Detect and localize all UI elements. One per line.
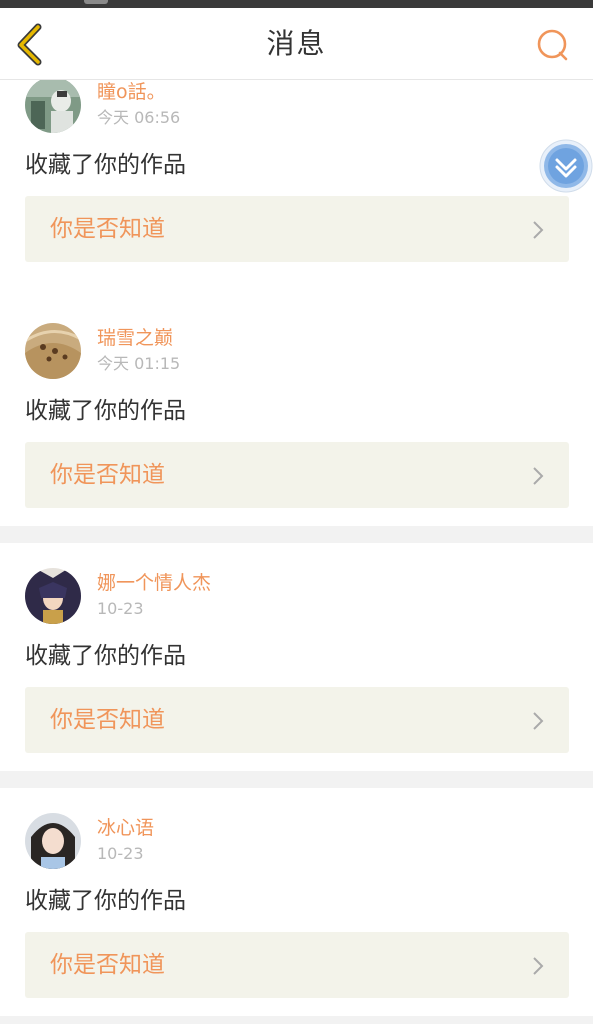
- timestamp: 10-23: [97, 599, 144, 618]
- timestamp: 今天 06:56: [97, 108, 181, 127]
- status-indicator: [84, 0, 108, 4]
- avatar[interactable]: [25, 568, 81, 624]
- chevron-right-icon: [533, 221, 544, 239]
- search-button[interactable]: [530, 24, 574, 64]
- work-title: 你是否知道: [50, 462, 165, 488]
- double-chevron-down-icon: [539, 139, 593, 193]
- timestamp: 今天 01:15: [97, 354, 181, 373]
- action-text: 收藏了你的作品: [25, 398, 186, 424]
- username[interactable]: 冰心语: [97, 815, 154, 841]
- action-text: 收藏了你的作品: [25, 152, 186, 178]
- work-link[interactable]: 你是否知道: [25, 442, 569, 508]
- message-card: 瞳o話。 今天 06:56 收藏了你的作品 你是否知道: [0, 80, 593, 305]
- page-title: 消息: [266, 27, 327, 60]
- search-icon: [537, 29, 568, 61]
- chevron-right-icon: [533, 957, 544, 975]
- username[interactable]: 瑞雪之巅: [97, 325, 173, 351]
- chevron-right-icon: [533, 467, 544, 485]
- action-text: 收藏了你的作品: [25, 888, 186, 914]
- action-text: 收藏了你的作品: [25, 643, 186, 669]
- avatar[interactable]: [25, 813, 81, 869]
- username[interactable]: 瞳o話。: [97, 80, 166, 105]
- work-link[interactable]: 你是否知道: [25, 687, 569, 753]
- message-card: 冰心语 10-23 收藏了你的作品 你是否知道: [0, 788, 593, 1016]
- floating-action-button[interactable]: [538, 138, 593, 194]
- status-bar: [0, 0, 593, 8]
- timestamp: 10-23: [97, 844, 144, 863]
- message-card: 娜一个情人杰 10-23 收藏了你的作品 你是否知道: [0, 543, 593, 771]
- chevron-right-icon: [533, 712, 544, 730]
- work-link[interactable]: 你是否知道: [25, 932, 569, 998]
- work-link[interactable]: 你是否知道: [25, 196, 569, 262]
- work-title: 你是否知道: [50, 216, 165, 242]
- message-list[interactable]: 瞳o話。 今天 06:56 收藏了你的作品 你是否知道 瑞雪之巅 今天 01:1…: [0, 80, 593, 1024]
- avatar[interactable]: [25, 80, 81, 133]
- avatar[interactable]: [25, 323, 81, 379]
- message-card: 瑞雪之巅 今天 01:15 收藏了你的作品 你是否知道: [0, 298, 593, 526]
- username[interactable]: 娜一个情人杰: [97, 570, 211, 596]
- work-title: 你是否知道: [50, 707, 165, 733]
- top-navigation-bar: 消息: [0, 8, 593, 80]
- work-title: 你是否知道: [50, 952, 165, 978]
